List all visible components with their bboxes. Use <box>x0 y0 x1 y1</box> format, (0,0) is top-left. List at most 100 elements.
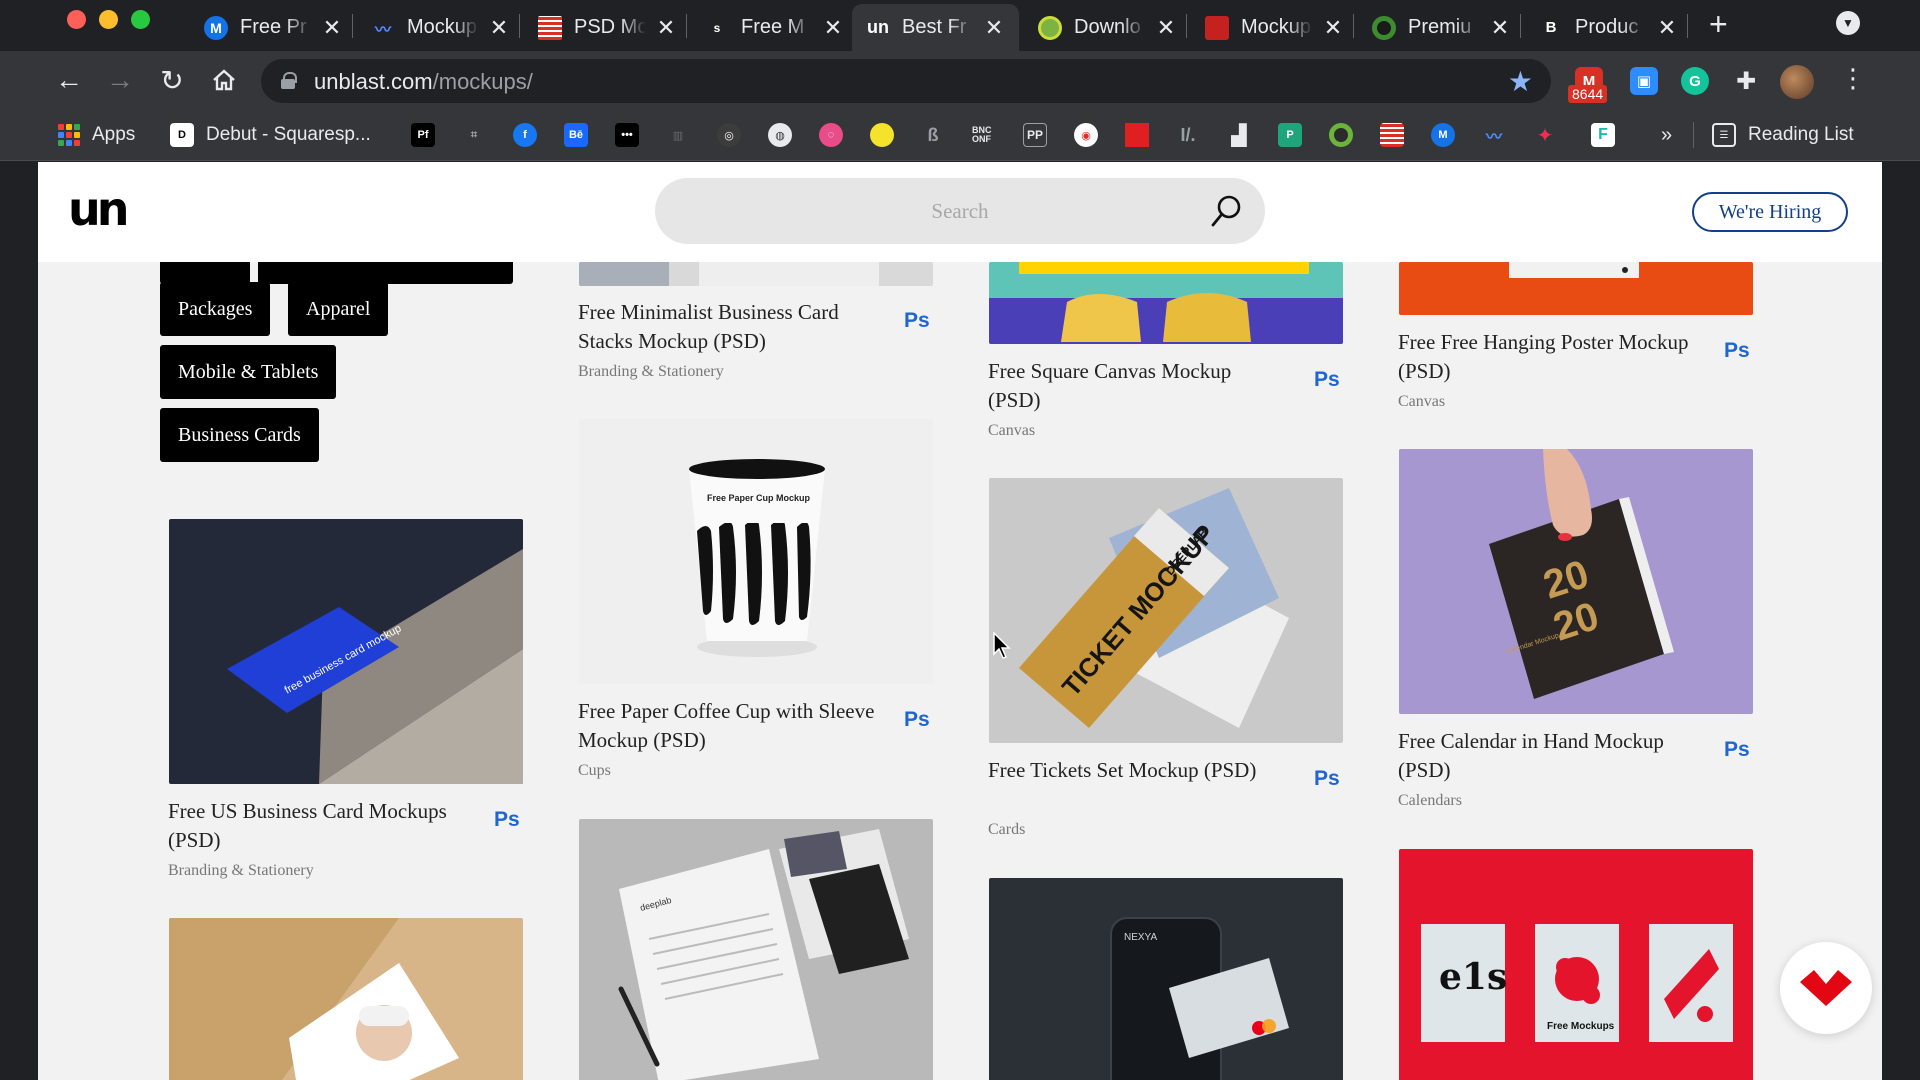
close-tab-icon[interactable]: ✕ <box>1323 15 1343 41</box>
address-bar[interactable]: unblast.com/mockups/ ★ <box>261 59 1551 103</box>
zoom-extension-icon[interactable]: ▣ <box>1630 67 1658 95</box>
card-title[interactable]: Free US Business Card Mockups (PSD) <box>168 797 468 855</box>
bookmark-item[interactable]: PP <box>1023 121 1047 149</box>
window-zoom-button[interactable] <box>131 10 150 29</box>
tag-packages[interactable]: Packages <box>160 282 271 336</box>
bookmark-item[interactable]: BNC ONF <box>972 121 996 149</box>
card-category[interactable]: Calendars <box>1398 792 1462 810</box>
bookmark-item[interactable]: ◎ <box>717 121 741 149</box>
bookmark-item[interactable]: ✦ <box>1533 121 1557 149</box>
bookmark-item[interactable]: ß <box>921 121 945 149</box>
tag-mobile-tablets[interactable]: Mobile & Tablets <box>160 345 337 399</box>
card-title[interactable]: Free Minimalist Business Card Stacks Moc… <box>578 298 878 356</box>
browser-tab[interactable]: Mockup ✕ <box>1191 4 1355 51</box>
card-image[interactable]: deeplab <box>579 819 933 1080</box>
card-title[interactable]: Free Paper Coffee Cup with Sleeve Mockup… <box>578 697 878 755</box>
card-image[interactable] <box>579 262 933 286</box>
floating-help-button[interactable] <box>1780 942 1872 1034</box>
bookmark-item[interactable]: f <box>513 121 537 149</box>
close-tab-icon[interactable]: ✕ <box>1657 15 1677 41</box>
window-close-button[interactable] <box>67 10 86 29</box>
close-tab-icon[interactable]: ✕ <box>984 15 1004 41</box>
bookmark-item[interactable]: ◍ <box>768 121 792 149</box>
card-image[interactable]: free business card mockup <box>169 519 523 784</box>
home-icon[interactable] <box>206 62 242 98</box>
reload-icon[interactable]: ↻ <box>154 62 190 98</box>
browser-tab[interactable]: 〰 Mockup ✕ <box>357 4 521 51</box>
bookmark-star-icon[interactable]: ★ <box>1508 65 1533 98</box>
bookmark-item[interactable]: Bē <box>564 121 588 149</box>
card-image[interactable]: 20 20 Calendar Mockup <box>1399 449 1753 714</box>
card-image[interactable]: Free Paper Cup Mockup <box>579 419 933 684</box>
card-title[interactable]: Free Calendar in Hand Mockup (PSD) <box>1398 727 1698 785</box>
bookmark-item[interactable] <box>1329 121 1353 149</box>
card-title[interactable]: Free Square Canvas Mockup (PSD) <box>988 357 1288 415</box>
bookmark-item[interactable]: ▥ <box>666 121 690 149</box>
reading-list-button[interactable]: ☰ Reading List <box>1712 121 1854 149</box>
card-image[interactable] <box>169 918 523 1080</box>
card-category[interactable]: Cups <box>578 762 611 780</box>
extensions-puzzle-icon[interactable]: ✚ <box>1732 67 1760 95</box>
bookmark-item[interactable]: ▟ <box>1227 121 1251 149</box>
profile-avatar[interactable] <box>1780 65 1814 99</box>
close-tab-icon[interactable]: ✕ <box>823 15 843 41</box>
bookmark-item[interactable]: ◉ <box>1074 121 1098 149</box>
bookmark-item[interactable]: ••• <box>615 121 639 149</box>
card-category[interactable]: Branding & Stationery <box>168 862 314 880</box>
apps-grid-icon <box>58 124 80 146</box>
bookmark-item[interactable] <box>870 121 894 149</box>
bookmark-item[interactable]: ⌗ <box>462 121 486 149</box>
close-tab-icon[interactable]: ✕ <box>1490 15 1510 41</box>
bookmark-item[interactable]: M <box>1431 121 1455 149</box>
bookmark-item[interactable] <box>1125 121 1149 149</box>
card-image[interactable] <box>989 262 1343 344</box>
unblast-logo[interactable]: un <box>68 182 129 236</box>
search-icon[interactable] <box>1211 194 1243 228</box>
card-title[interactable]: Free Free Hanging Poster Mockup (PSD) <box>1398 328 1698 386</box>
new-tab-plus-icon[interactable]: + <box>1709 6 1728 43</box>
bookmark-item[interactable] <box>1380 121 1404 149</box>
window-minimize-button[interactable] <box>99 10 118 29</box>
close-tab-icon[interactable]: ✕ <box>656 15 676 41</box>
card-image[interactable]: NEXYA <box>989 878 1343 1080</box>
bookmark-item[interactable]: Pf <box>411 121 435 149</box>
close-tab-icon[interactable]: ✕ <box>1156 15 1176 41</box>
browser-tab[interactable]: PSD Mo ✕ <box>524 4 688 51</box>
tag-business-cards[interactable]: Business Cards <box>160 408 319 462</box>
tag-apparel[interactable]: Apparel <box>288 282 389 336</box>
card-category[interactable]: Cards <box>988 821 1025 839</box>
card-title[interactable]: Free Tickets Set Mockup (PSD) <box>988 756 1288 785</box>
card-category[interactable]: Branding & Stationery <box>578 363 724 381</box>
close-tab-icon[interactable]: ✕ <box>322 15 342 41</box>
tab-search-chevron-icon[interactable]: ▼ <box>1836 11 1860 35</box>
search-bar[interactable] <box>655 178 1265 244</box>
card-category[interactable]: Canvas <box>988 422 1035 440</box>
bookmark-item[interactable]: ◌ <box>819 121 843 149</box>
forward-arrow-icon[interactable]: → <box>102 62 138 98</box>
url-text[interactable]: unblast.com/mockups/ <box>314 69 533 95</box>
browser-tab[interactable]: Downlo ✕ <box>1024 4 1188 51</box>
bookmark-item[interactable]: F <box>1591 121 1615 149</box>
card-image[interactable]: e1s Free Mockups <box>1399 849 1753 1080</box>
bookmark-apps[interactable]: Apps <box>58 121 135 149</box>
bookmark-item[interactable]: 〰 <box>1482 121 1506 149</box>
browser-tab[interactable]: B Produc ✕ <box>1525 4 1689 51</box>
grammarly-extension-icon[interactable]: G <box>1681 67 1709 95</box>
behance-icon: Bē <box>564 123 588 147</box>
browser-tab[interactable]: s Free M ✕ <box>691 4 855 51</box>
search-input[interactable] <box>655 178 1265 244</box>
bookmark-item[interactable]: P <box>1278 121 1302 149</box>
bookmark-item[interactable]: I/. <box>1176 121 1200 149</box>
browser-menu-icon[interactable]: ⋮ <box>1840 65 1866 91</box>
bookmarks-overflow-button[interactable]: » <box>1661 121 1672 149</box>
card-image[interactable]: TICKET MOCKUP DEEPLAB <box>989 478 1343 743</box>
bookmark-debut-squarespace[interactable]: D Debut - Squaresp... <box>170 121 371 149</box>
browser-tab[interactable]: Premiu ✕ <box>1358 4 1522 51</box>
browser-tab-active[interactable]: un Best Fr ✕ <box>852 4 1019 51</box>
card-image[interactable] <box>1399 262 1753 315</box>
back-arrow-icon[interactable]: ← <box>51 62 87 98</box>
browser-tab[interactable]: M Free Pr ✕ <box>190 4 354 51</box>
card-category[interactable]: Canvas <box>1398 393 1445 411</box>
hiring-button[interactable]: We're Hiring <box>1692 192 1848 232</box>
close-tab-icon[interactable]: ✕ <box>489 15 509 41</box>
